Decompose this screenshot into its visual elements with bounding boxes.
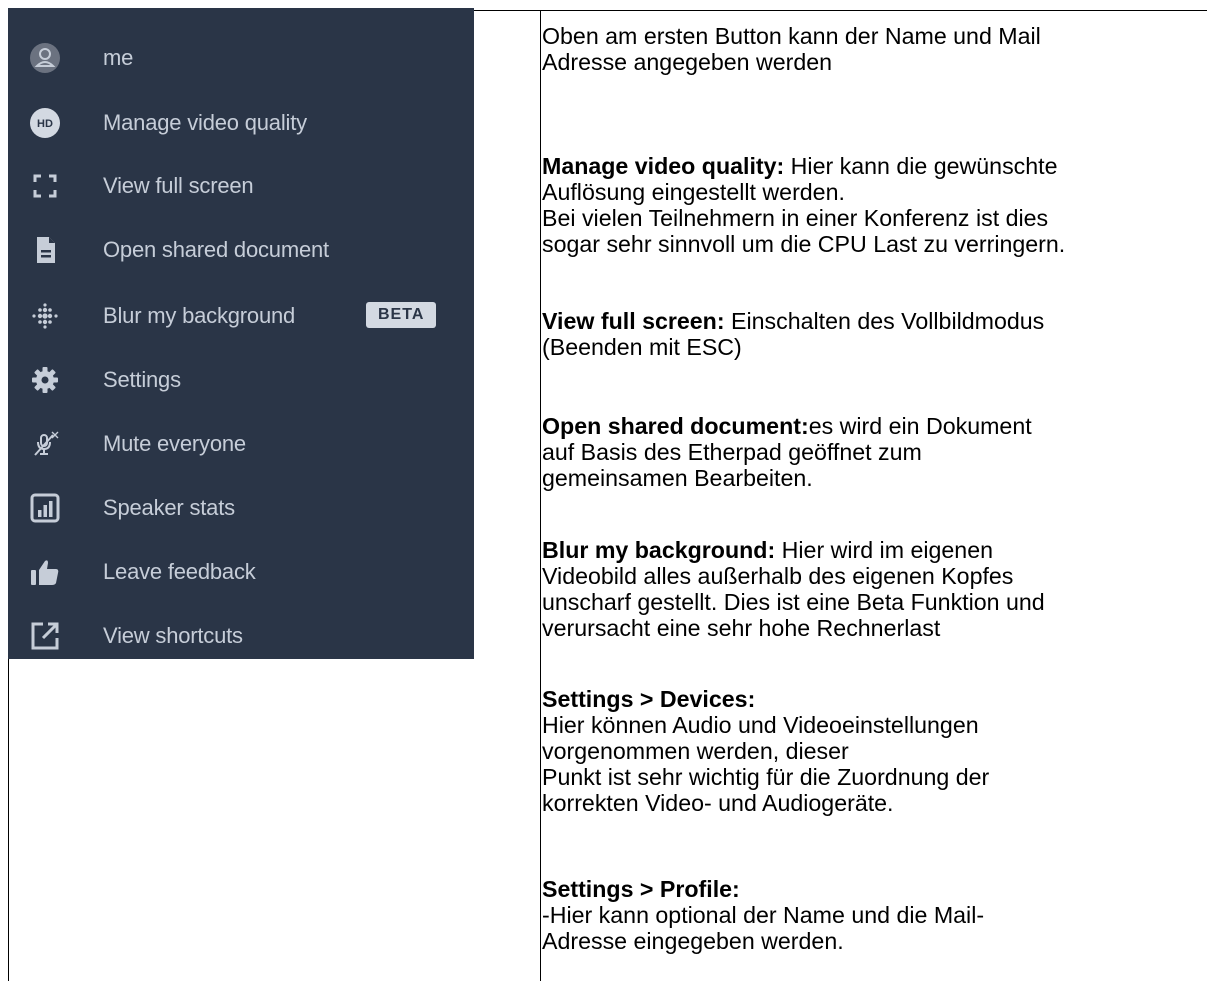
text-line: gemeinsamen Bearbeiten. bbox=[542, 465, 813, 491]
hd-icon: HD bbox=[30, 108, 60, 138]
video-quality-paragraph: Manage video quality: Hier kann die gewü… bbox=[542, 153, 1207, 257]
menu-item-label: Manage video quality bbox=[103, 110, 307, 135]
menu-item-blur-background[interactable]: Blur my background BETA bbox=[8, 293, 474, 339]
text-line: auf Basis des Etherpad geöffnet zum bbox=[542, 439, 922, 465]
hd-icon-text: HD bbox=[37, 118, 53, 130]
text-line: sogar sehr sinnvoll um die CPU Last zu v… bbox=[542, 231, 1066, 257]
menu-item-label: View full screen bbox=[103, 173, 254, 198]
text-line: unscharf gestellt. Dies ist eine Beta Fu… bbox=[542, 589, 1045, 615]
section-title: Settings > Profile: bbox=[542, 876, 740, 902]
menu-item-mute-everyone[interactable]: Mute everyone bbox=[8, 421, 474, 467]
gear-icon bbox=[30, 365, 60, 395]
blur-paragraph: Blur my background: Hier wird im eigenen… bbox=[542, 537, 1207, 641]
menu-item-shared-document[interactable]: Open shared document bbox=[8, 227, 474, 273]
text-line: Hier wird im eigenen bbox=[775, 537, 993, 563]
menu-item-label: Speaker stats bbox=[103, 495, 235, 520]
menu-item-speaker-stats[interactable]: Speaker stats bbox=[8, 485, 474, 531]
text-line: Hier können Audio und Videoeinstellungen bbox=[542, 712, 979, 738]
text-line: Einschalten des Vollbildmodus bbox=[724, 308, 1045, 334]
text-line: Bei vielen Teilnehmern in einer Konferen… bbox=[542, 205, 1049, 231]
beta-badge: BETA bbox=[366, 302, 437, 328]
menu-item-video-quality[interactable]: HD Manage video quality bbox=[8, 100, 474, 146]
stats-icon bbox=[30, 493, 60, 523]
text-line: vorgenommen werden, dieser bbox=[542, 738, 849, 764]
fullscreen-icon bbox=[30, 171, 60, 201]
menu-item-label: Open shared document bbox=[103, 237, 329, 262]
column-divider bbox=[540, 11, 541, 981]
section-title: Blur my background: bbox=[542, 537, 776, 563]
mic-mute-icon bbox=[30, 429, 60, 459]
avatar-icon bbox=[30, 43, 60, 73]
menu-item-full-screen[interactable]: View full screen bbox=[8, 163, 474, 209]
external-link-icon bbox=[30, 621, 60, 651]
section-title: Manage video quality: bbox=[542, 153, 785, 179]
menu-item-profile[interactable]: me bbox=[8, 35, 474, 81]
text-line: Oben am ersten Button kann der Name und … bbox=[542, 23, 1041, 49]
text-line: Adresse eingegeben werden. bbox=[542, 928, 844, 954]
menu-item-label: me bbox=[103, 45, 134, 70]
text-line: (Beenden mit ESC) bbox=[542, 334, 742, 360]
menu-item-label: Mute everyone bbox=[103, 431, 246, 456]
section-title: Open shared document: bbox=[542, 413, 809, 439]
text-line: Hier kann die gewünschte bbox=[784, 153, 1058, 179]
document-icon bbox=[30, 235, 60, 265]
intro-paragraph: Oben am ersten Button kann der Name und … bbox=[542, 23, 1207, 75]
text-line: Adresse angegeben werden bbox=[542, 49, 833, 75]
menu-item-label: Settings bbox=[103, 367, 181, 392]
menu-item-settings[interactable]: Settings bbox=[8, 357, 474, 403]
text-line: verursacht eine sehr hohe Rechnerlast bbox=[542, 615, 941, 641]
text-line: -Hier kann optional der Name und die Mai… bbox=[542, 902, 985, 928]
full-screen-paragraph: View full screen: Einschalten des Vollbi… bbox=[542, 308, 1207, 360]
text-line: Videobild alles außerhalb des eigenen Ko… bbox=[542, 563, 1014, 589]
shared-document-paragraph: Open shared document:es wird ein Dokumen… bbox=[542, 413, 1207, 491]
thumbs-up-icon bbox=[30, 557, 60, 587]
menu-item-label: Leave feedback bbox=[103, 559, 256, 584]
devices-paragraph: Settings > Devices: Hier können Audio un… bbox=[542, 686, 1207, 816]
overflow-menu: me HD Manage video quality View full scr… bbox=[8, 8, 474, 659]
text-line: korrekten Video- und Audiogeräte. bbox=[542, 790, 894, 816]
menu-item-view-shortcuts[interactable]: View shortcuts bbox=[8, 613, 474, 659]
profile-paragraph: Settings > Profile: -Hier kann optional … bbox=[542, 876, 1207, 954]
menu-item-label: View shortcuts bbox=[103, 623, 243, 648]
section-title: View full screen: bbox=[542, 308, 725, 334]
text-line: Auflösung eingestellt werden. bbox=[542, 179, 845, 205]
blur-icon bbox=[30, 301, 60, 331]
menu-item-leave-feedback[interactable]: Leave feedback bbox=[8, 549, 474, 595]
section-title: Settings > Devices: bbox=[542, 686, 756, 712]
text-line: Punkt ist sehr wichtig für die Zuordnung… bbox=[542, 764, 990, 790]
menu-item-label: Blur my background bbox=[103, 303, 296, 328]
text-line: es wird ein Dokument bbox=[808, 413, 1032, 439]
